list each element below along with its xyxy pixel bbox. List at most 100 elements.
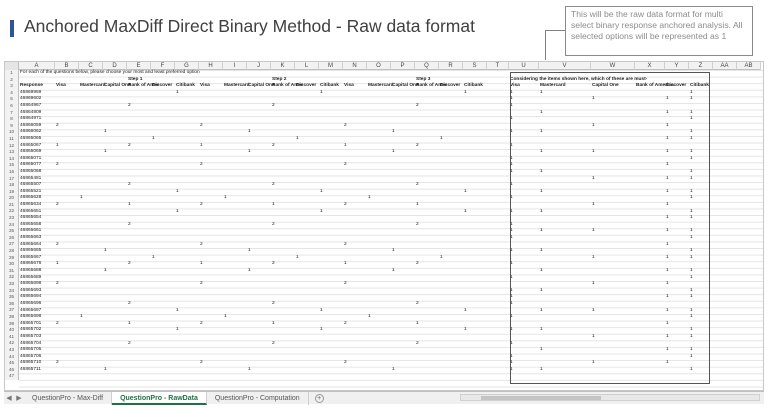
value-cell[interactable]: 2: [344, 202, 347, 209]
column-header[interactable]: AA: [713, 62, 737, 70]
value-cell[interactable]: 1: [248, 149, 251, 156]
value-cell[interactable]: 1: [80, 314, 83, 321]
response-id-cell[interactable]: 46865702: [20, 327, 41, 334]
value-cell[interactable]: 2: [56, 321, 59, 328]
value-cell[interactable]: 1: [296, 255, 299, 262]
value-cell[interactable]: 1: [320, 209, 323, 216]
value-cell[interactable]: 1: [224, 314, 227, 321]
value-cell[interactable]: 2: [272, 341, 275, 348]
row-number[interactable]: 7: [5, 110, 18, 117]
value-cell[interactable]: 1: [320, 90, 323, 97]
value-cell[interactable]: 1: [176, 327, 179, 334]
row-number[interactable]: 19: [5, 189, 18, 196]
value-cell[interactable]: 1: [152, 136, 155, 143]
row-number[interactable]: 10: [5, 129, 18, 136]
value-cell[interactable]: 2: [56, 360, 59, 367]
tab-rawdata[interactable]: QuestionPro - RawData: [112, 391, 207, 405]
column-header[interactable]: B: [55, 62, 79, 70]
row-number[interactable]: 42: [5, 340, 18, 347]
column-header[interactable]: H: [199, 62, 223, 70]
column-header[interactable]: N: [343, 62, 367, 70]
response-id-cell[interactable]: 46865676: [20, 261, 41, 268]
row-number[interactable]: 12: [5, 143, 18, 150]
value-cell[interactable]: 1: [176, 90, 179, 97]
value-cell[interactable]: 2: [56, 162, 59, 169]
value-cell[interactable]: 2: [416, 341, 419, 348]
value-cell[interactable]: 1: [104, 129, 107, 136]
row-number[interactable]: 4: [5, 90, 18, 97]
value-cell[interactable]: 1: [200, 261, 203, 268]
column-header[interactable]: J: [247, 62, 271, 70]
row-number[interactable]: 20: [5, 195, 18, 202]
row-number[interactable]: 8: [5, 116, 18, 123]
response-id-cell[interactable]: 46865661: [20, 228, 41, 235]
column-header[interactable]: K: [271, 62, 295, 70]
value-cell[interactable]: 1: [248, 248, 251, 255]
row-number[interactable]: 47: [5, 373, 18, 380]
response-id-cell[interactable]: 46865507: [20, 182, 41, 189]
column-header[interactable]: Q: [415, 62, 439, 70]
select-all-corner[interactable]: [5, 62, 19, 70]
value-cell[interactable]: 2: [128, 301, 131, 308]
column-header[interactable]: L: [295, 62, 319, 70]
tab-computation[interactable]: QuestionPro - Computation: [207, 391, 309, 405]
header-cell[interactable]: Citibank: [176, 83, 195, 90]
row-number[interactable]: 1: [5, 70, 18, 77]
value-cell[interactable]: 2: [272, 103, 275, 110]
row-number[interactable]: 18: [5, 182, 18, 189]
header-cell[interactable]: Citibank: [464, 83, 483, 90]
value-cell[interactable]: 1: [104, 248, 107, 255]
row-number[interactable]: 40: [5, 327, 18, 334]
row-number[interactable]: 29: [5, 255, 18, 262]
value-cell[interactable]: 1: [224, 195, 227, 202]
row-number[interactable]: 43: [5, 347, 18, 354]
value-cell[interactable]: 2: [128, 222, 131, 229]
response-id-cell[interactable]: 46866062: [20, 129, 41, 136]
value-cell[interactable]: 2: [272, 143, 275, 150]
row-number[interactable]: 33: [5, 281, 18, 288]
value-cell[interactable]: 2: [128, 341, 131, 348]
instruction-cell[interactable]: For each of the questions below, please …: [20, 70, 200, 77]
row-number[interactable]: 45: [5, 360, 18, 367]
value-cell[interactable]: 1: [368, 314, 371, 321]
value-cell[interactable]: 1: [80, 195, 83, 202]
value-cell[interactable]: 1: [320, 308, 323, 315]
response-id-cell[interactable]: 46865694: [20, 294, 41, 301]
header-cell[interactable]: Response: [20, 83, 43, 90]
column-header[interactable]: U: [509, 62, 539, 70]
value-cell[interactable]: 2: [416, 261, 419, 268]
value-cell[interactable]: 1: [176, 209, 179, 216]
row-number[interactable]: 38: [5, 314, 18, 321]
value-cell[interactable]: 1: [344, 143, 347, 150]
value-cell[interactable]: 2: [272, 261, 275, 268]
row-number[interactable]: 13: [5, 149, 18, 156]
column-header[interactable]: O: [367, 62, 391, 70]
response-id-cell[interactable]: 46865698: [20, 314, 41, 321]
row-number[interactable]: 44: [5, 354, 18, 361]
column-header[interactable]: T: [487, 62, 509, 70]
value-cell[interactable]: 1: [320, 189, 323, 196]
column-header[interactable]: R: [439, 62, 463, 70]
response-id-cell[interactable]: 46864971: [20, 116, 41, 123]
value-cell[interactable]: 1: [368, 195, 371, 202]
value-cell[interactable]: 2: [416, 103, 419, 110]
column-header[interactable]: AB: [737, 62, 761, 70]
value-cell[interactable]: 1: [296, 136, 299, 143]
response-id-cell[interactable]: 46865065: [20, 136, 41, 143]
value-cell[interactable]: 1: [104, 268, 107, 275]
value-cell[interactable]: 1: [248, 129, 251, 136]
row-number[interactable]: 30: [5, 261, 18, 268]
response-id-cell[interactable]: 46865688: [20, 268, 41, 275]
value-cell[interactable]: 1: [416, 321, 419, 328]
value-cell[interactable]: 1: [248, 268, 251, 275]
column-header[interactable]: A: [19, 62, 55, 70]
value-cell[interactable]: 1: [440, 136, 443, 143]
response-id-cell[interactable]: 46865628: [20, 195, 41, 202]
value-cell[interactable]: 1: [56, 261, 59, 268]
row-number[interactable]: 9: [5, 123, 18, 130]
row-number[interactable]: 35: [5, 294, 18, 301]
value-cell[interactable]: 2: [128, 182, 131, 189]
response-id-cell[interactable]: 46865710: [20, 360, 41, 367]
value-cell[interactable]: 1: [176, 308, 179, 315]
row-number[interactable]: 17: [5, 176, 18, 183]
